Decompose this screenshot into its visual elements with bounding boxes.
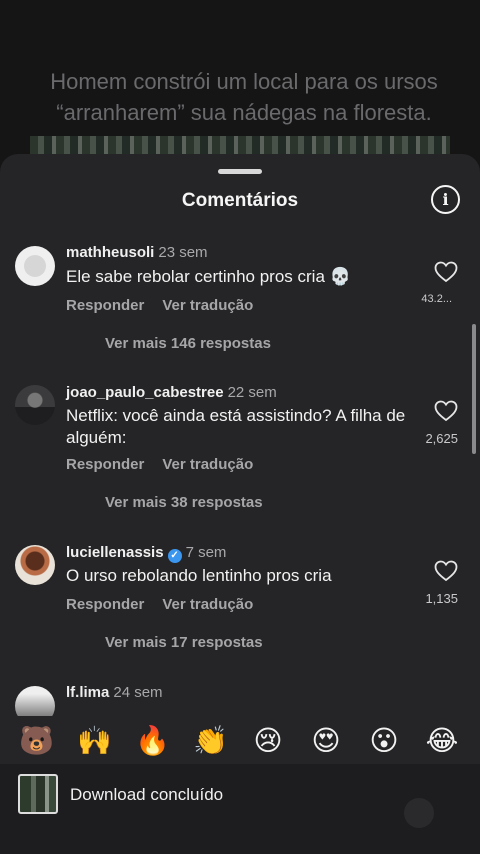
- bear-emoji-icon[interactable]: 🐻: [19, 724, 54, 758]
- verified-badge-icon: ✓: [167, 549, 182, 563]
- heart-icon[interactable]: [434, 560, 458, 582]
- comment-username[interactable]: mathheusoli 23 sem: [66, 244, 208, 261]
- raising-hands-emoji-icon[interactable]: 🙌: [77, 724, 112, 758]
- comment-username[interactable]: joao_paulo_cabestree 22 sem: [66, 384, 277, 401]
- reply-button[interactable]: Responder: [66, 297, 144, 314]
- crying-face-emoji-icon[interactable]: 😢: [251, 724, 285, 758]
- avatar[interactable]: [15, 385, 55, 425]
- comment-text: Ele sabe rebolar certinho pros cria 💀: [66, 267, 351, 286]
- avatar[interactable]: [15, 545, 55, 585]
- sheet-title: Comentários: [181, 190, 299, 211]
- translate-button[interactable]: Ver tradução: [162, 297, 253, 314]
- comment-time: 22 sem: [227, 384, 277, 401]
- like-count: 1,135: [425, 591, 458, 606]
- comment-actions: Responder Ver tradução: [66, 596, 253, 613]
- video-caption: Homem constrói um local para os ursos “a…: [50, 69, 438, 125]
- comment-actions: Responder Ver tradução: [66, 297, 253, 314]
- video-thumbnail: [18, 774, 58, 814]
- video-background: Homem constrói um local para os ursos “a…: [0, 0, 480, 170]
- download-toast[interactable]: Download concluído: [0, 764, 480, 854]
- comments-sheet: Comentários i mathheusoli 23 sem Ele sabe…: [0, 154, 480, 854]
- heart-icon[interactable]: [434, 400, 458, 422]
- reply-button[interactable]: Responder: [66, 596, 144, 613]
- view-replies-button[interactable]: Ver mais 38 respostas: [105, 494, 263, 511]
- scrollbar[interactable]: [472, 324, 476, 454]
- surprised-face-emoji-icon[interactable]: 😮: [367, 724, 401, 758]
- view-replies-button[interactable]: Ver mais 17 respostas: [105, 634, 263, 651]
- tears-of-joy-emoji-icon[interactable]: 😂: [425, 724, 459, 758]
- comment-actions: Responder Ver tradução: [66, 456, 253, 473]
- emoji-bar: 🐻 🙌 🔥 👏 😢 😍 😮 😂: [0, 716, 480, 764]
- sheet-grabber[interactable]: [218, 169, 262, 174]
- info-icon[interactable]: i: [431, 185, 460, 214]
- comment-time: 23 sem: [158, 244, 208, 261]
- toast-message: Download concluído: [70, 785, 224, 804]
- clapping-hands-emoji-icon[interactable]: 👏: [193, 724, 228, 758]
- translate-button[interactable]: Ver tradução: [162, 456, 253, 473]
- view-replies-button[interactable]: Ver mais 146 respostas: [105, 335, 271, 352]
- avatar[interactable]: [15, 246, 55, 286]
- reply-button[interactable]: Responder: [66, 456, 144, 473]
- like-count: 43.2...: [421, 293, 452, 305]
- fire-emoji-icon[interactable]: 🔥: [135, 724, 170, 758]
- comment-time: 7 sem: [185, 544, 227, 561]
- comment-text: Netflix: você ainda está assistindo? A f…: [66, 406, 406, 447]
- heart-icon[interactable]: [434, 261, 458, 283]
- gif-button-icon: [404, 798, 434, 828]
- comment-username[interactable]: luciellenassis ✓ 7 sem: [66, 544, 226, 563]
- like-count: 2,625: [425, 431, 458, 446]
- heart-eyes-emoji-icon[interactable]: 😍: [309, 724, 343, 758]
- comment-text: O urso rebolando lentinho pros cria: [66, 566, 332, 585]
- translate-button[interactable]: Ver tradução: [162, 596, 253, 613]
